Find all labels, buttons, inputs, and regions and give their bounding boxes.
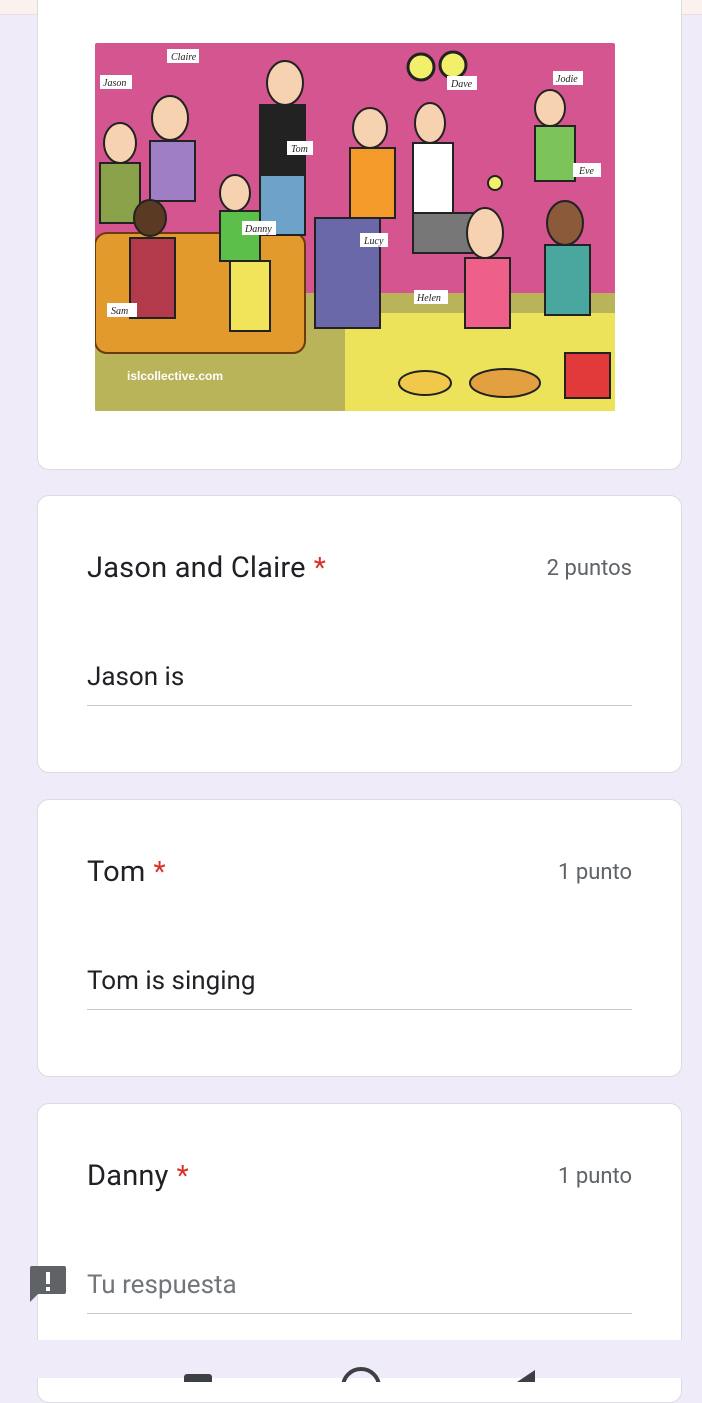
question-card-jason-claire: Jason and Claire * 2 puntos Jason is bbox=[37, 495, 682, 773]
label-helen: Helen bbox=[416, 293, 441, 304]
label-tom: Tom bbox=[291, 144, 308, 155]
required-asterisk: * bbox=[313, 551, 326, 584]
system-nav-bar bbox=[0, 1340, 702, 1382]
label-claire: Claire bbox=[171, 52, 197, 63]
home-icon[interactable] bbox=[340, 1366, 382, 1382]
back-icon[interactable] bbox=[515, 1370, 539, 1382]
question-points: 2 puntos bbox=[546, 555, 632, 581]
question-points: 1 punto bbox=[558, 1163, 632, 1189]
answer-input[interactable]: Tom is singing bbox=[87, 965, 632, 1010]
question-title: Jason and Claire * bbox=[87, 551, 326, 585]
report-icon[interactable] bbox=[28, 1264, 68, 1304]
label-dave: Dave bbox=[450, 79, 473, 90]
recent-apps-icon[interactable] bbox=[182, 1372, 214, 1382]
answer-input[interactable]: Jason is bbox=[87, 661, 632, 706]
question-title: Tom * bbox=[87, 855, 166, 889]
watermark: islcollective.com bbox=[127, 369, 223, 383]
required-asterisk: * bbox=[153, 855, 166, 888]
label-eve: Eve bbox=[578, 166, 595, 177]
label-danny: Danny bbox=[244, 224, 272, 235]
label-jason: Jason bbox=[103, 78, 126, 89]
question-card-tom: Tom * 1 punto Tom is singing bbox=[37, 799, 682, 1077]
party-illustration: Claire Jason Tom Dave Jodie Eve Danny Lu… bbox=[95, 43, 615, 411]
question-title: Danny * bbox=[87, 1159, 189, 1193]
label-jodie: Jodie bbox=[556, 74, 578, 85]
image-card: Claire Jason Tom Dave Jodie Eve Danny Lu… bbox=[37, 0, 682, 470]
answer-input[interactable]: Tu respuesta bbox=[87, 1269, 632, 1314]
label-sam: Sam bbox=[111, 306, 128, 317]
required-asterisk: * bbox=[176, 1159, 189, 1192]
question-points: 1 punto bbox=[558, 859, 632, 885]
label-lucy: Lucy bbox=[363, 236, 384, 247]
